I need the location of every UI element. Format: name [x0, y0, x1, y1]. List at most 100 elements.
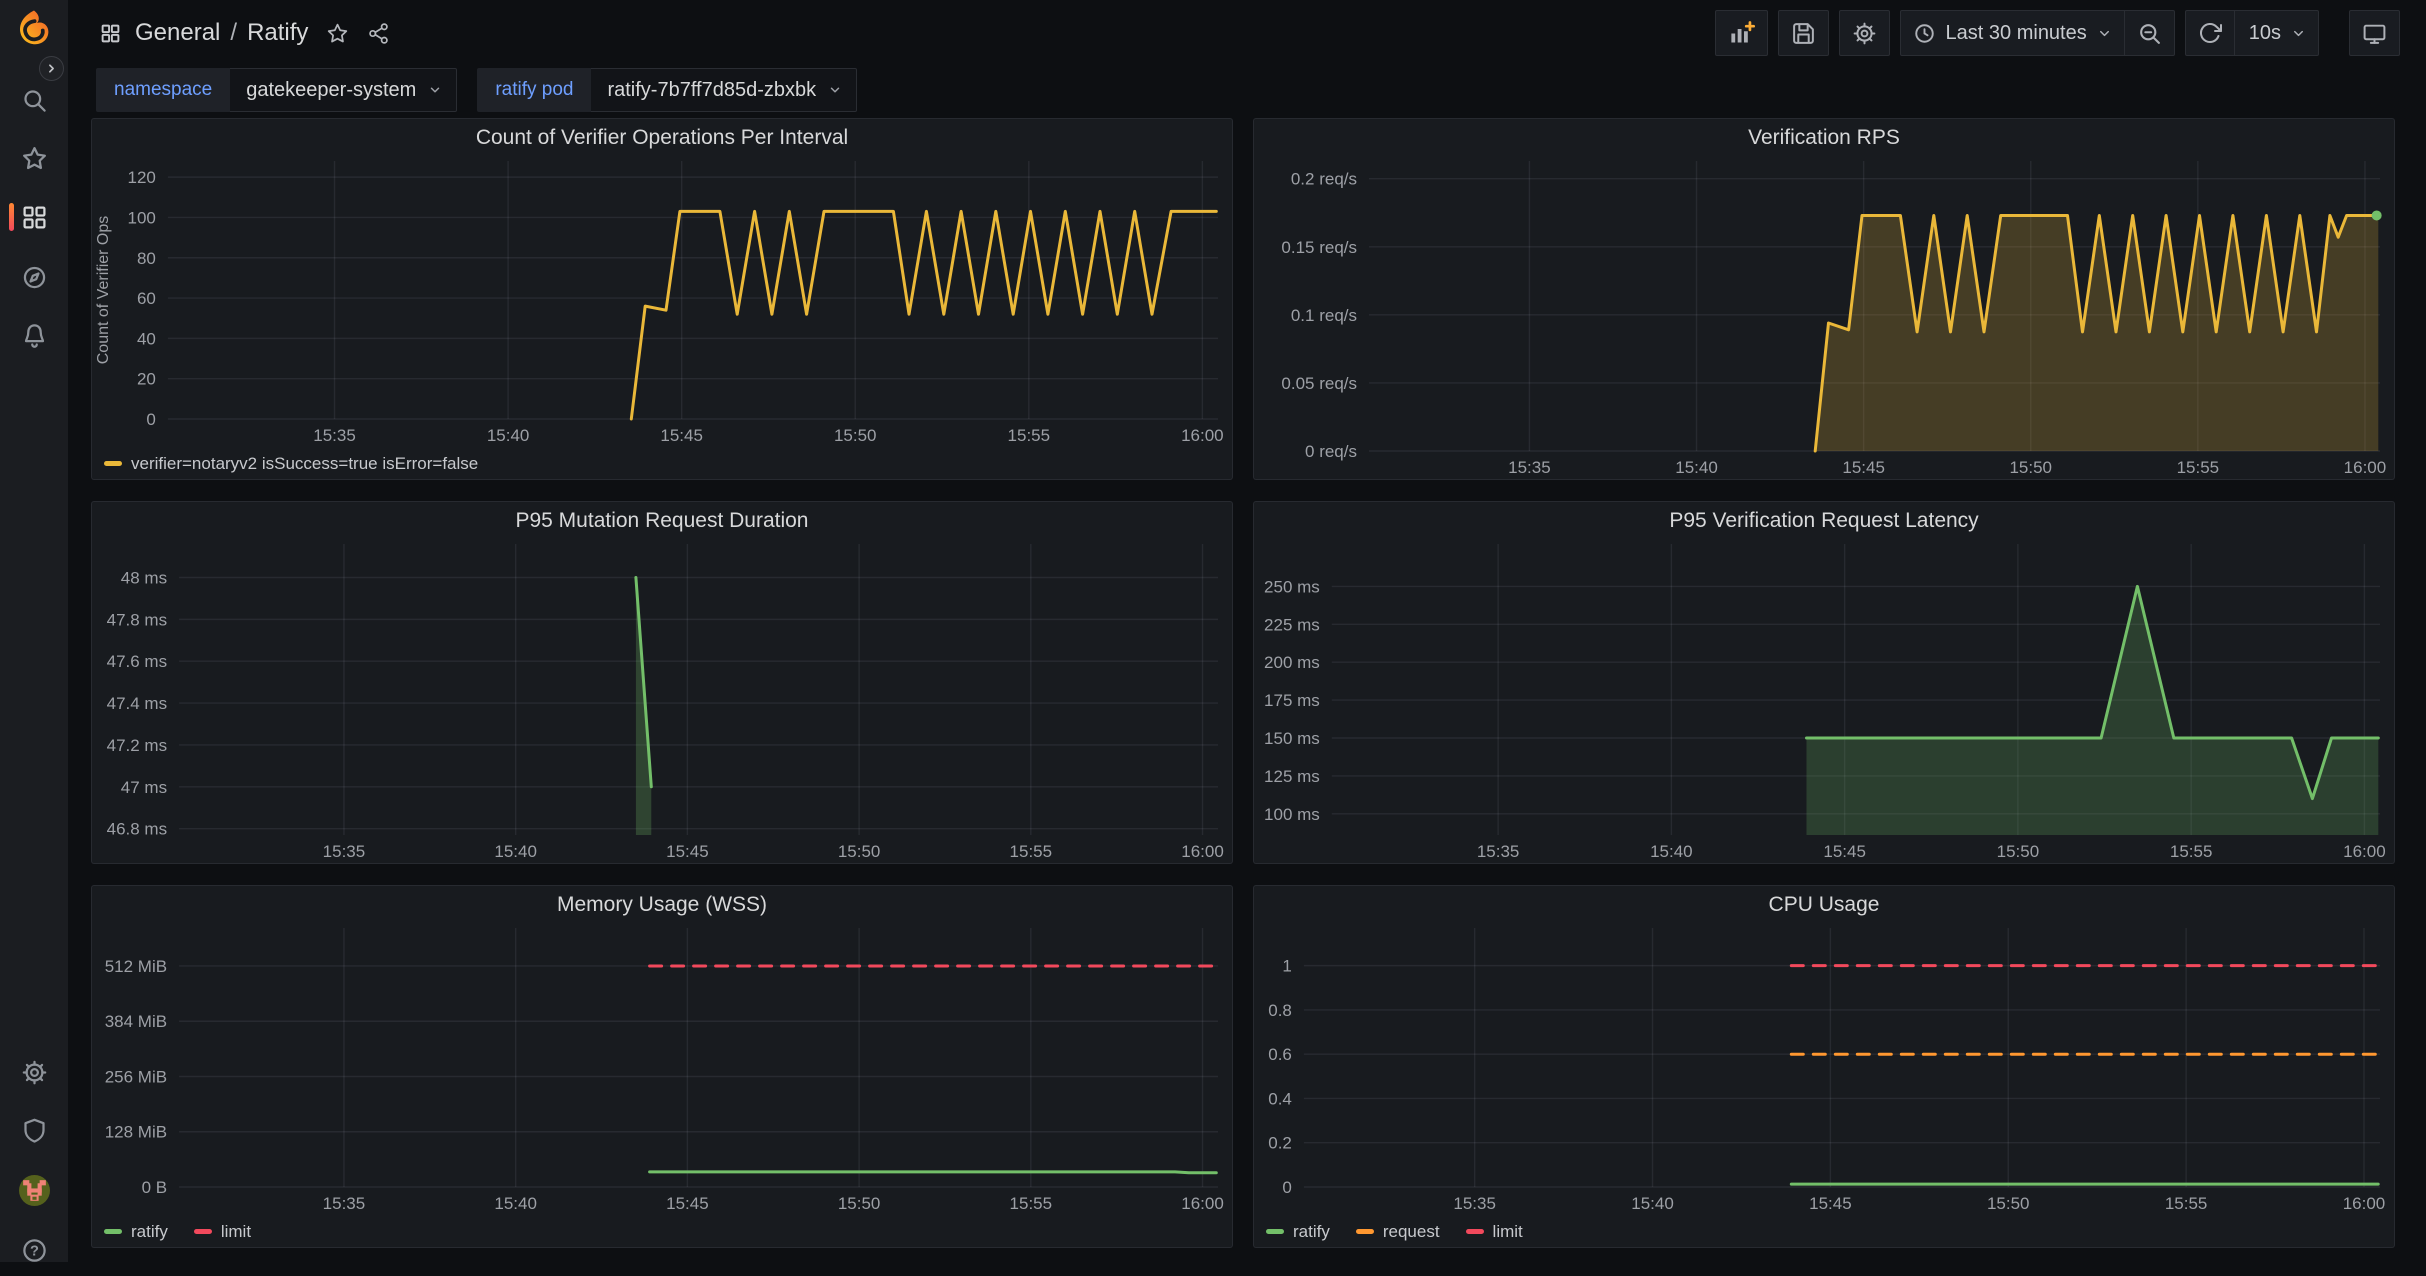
- dashboard-toolbar: Last 30 minutes 10s: [1705, 10, 2400, 56]
- refresh-interval-picker[interactable]: 10s: [2234, 10, 2319, 56]
- save-dashboard-button[interactable]: [1778, 10, 1829, 56]
- panel-legend: ratify limit: [92, 1215, 1232, 1247]
- x-axis-tick: 15:40: [494, 842, 537, 861]
- time-controls: Last 30 minutes: [1900, 10, 2175, 56]
- refresh-interval-label: 10s: [2249, 22, 2281, 45]
- variable-pod-select[interactable]: ratify-7b7ff7d85d-zbxbk: [591, 68, 857, 112]
- legend-item[interactable]: limit: [1466, 1223, 1523, 1240]
- y-axis-tick: 60: [137, 289, 156, 308]
- chart-area: 15:3515:4015:4515:5015:5516:0046.8 ms47 …: [92, 538, 1232, 863]
- zoom-out-time-button[interactable]: [2124, 10, 2175, 56]
- x-axis-tick: 15:50: [838, 842, 881, 861]
- panel-legend: ratify request limit: [1254, 1215, 2394, 1247]
- y-axis-tick: 80: [137, 249, 156, 268]
- dashboard-grid: Count of Verifier Operations Per Interva…: [91, 118, 2395, 1248]
- x-axis-tick: 15:55: [1010, 842, 1053, 861]
- panel-title[interactable]: Verification RPS: [1254, 119, 2394, 155]
- variable-namespace-select[interactable]: gatekeeper-system: [230, 68, 457, 112]
- sidebar-item-profile[interactable]: [0, 1164, 68, 1216]
- data-point-marker: [2372, 210, 2382, 220]
- sidebar-item-alerting[interactable]: [0, 309, 68, 361]
- sidebar-item-configuration[interactable]: [0, 1046, 68, 1098]
- y-axis-tick: 175 ms: [1264, 691, 1320, 710]
- refresh-button[interactable]: [2185, 10, 2235, 56]
- dashboards-grid-icon: [21, 204, 48, 231]
- x-axis-tick: 15:55: [2170, 842, 2213, 861]
- memory-usage-chart[interactable]: 15:3515:4015:4515:5015:5516:000 B128 MiB…: [92, 922, 1232, 1215]
- y-axis-tick: 47 ms: [121, 778, 167, 797]
- verifier-operations-chart[interactable]: 15:3515:4015:4515:5015:5516:000204060801…: [92, 155, 1232, 447]
- x-axis-tick: 15:45: [1823, 842, 1866, 861]
- legend-label: ratify: [1293, 1223, 1330, 1240]
- time-range-picker[interactable]: Last 30 minutes: [1900, 10, 2125, 56]
- x-axis-tick: 16:00: [1181, 426, 1224, 445]
- explore-compass-icon: [21, 264, 48, 291]
- time-range-label: Last 30 minutes: [1946, 22, 2087, 45]
- panel-title[interactable]: P95 Mutation Request Duration: [92, 502, 1232, 538]
- panel-title[interactable]: P95 Verification Request Latency: [1254, 502, 2394, 538]
- x-axis-tick: 15:35: [313, 426, 356, 445]
- verification-rps-chart[interactable]: 15:3515:4015:4515:5015:5516:000 req/s0.0…: [1254, 155, 2394, 479]
- add-panel-button[interactable]: [1715, 10, 1768, 56]
- x-axis-tick: 16:00: [2344, 458, 2387, 477]
- chevron-down-icon: [2291, 26, 2306, 41]
- breadcrumb-folder[interactable]: General: [135, 19, 220, 47]
- x-axis-tick: 15:45: [666, 1194, 709, 1213]
- panel-title[interactable]: CPU Usage: [1254, 886, 2394, 922]
- y-axis-tick: 0 req/s: [1305, 442, 1357, 461]
- cpu-usage-chart[interactable]: 15:3515:4015:4515:5015:5516:0000.20.40.6…: [1254, 922, 2394, 1215]
- y-axis-tick: 120: [128, 168, 156, 187]
- sidebar-item-server-admin[interactable]: [0, 1104, 68, 1156]
- share-dashboard-button[interactable]: [367, 22, 390, 45]
- x-axis-tick: 15:40: [1675, 458, 1718, 477]
- variable-namespace-value: gatekeeper-system: [246, 79, 416, 102]
- legend-label: limit: [1493, 1223, 1523, 1240]
- legend-item[interactable]: ratify: [1266, 1223, 1330, 1240]
- y-axis-tick: 46.8 ms: [107, 820, 167, 839]
- variable-namespace-label: namespace: [96, 68, 230, 112]
- settings-gear-icon: [21, 1059, 48, 1086]
- alerting-bell-icon: [21, 322, 48, 349]
- y-axis-tick: 128 MiB: [105, 1123, 167, 1142]
- y-axis-tick: 0 B: [142, 1178, 168, 1197]
- y-axis-tick: 100 ms: [1264, 805, 1320, 824]
- legend-item[interactable]: request: [1356, 1223, 1440, 1240]
- x-axis-tick: 15:40: [1631, 1194, 1674, 1213]
- save-icon: [1791, 21, 1816, 46]
- y-axis-tick: 250 ms: [1264, 577, 1320, 596]
- sidebar-item-search[interactable]: [0, 74, 68, 126]
- x-axis-tick: 15:35: [1453, 1194, 1496, 1213]
- sidebar-expand-button[interactable]: [39, 56, 64, 81]
- verification-latency-chart[interactable]: 15:3515:4015:4515:5015:5516:00100 ms125 …: [1254, 538, 2394, 863]
- sidebar-item-help[interactable]: ?: [0, 1224, 68, 1276]
- dashboard-settings-button[interactable]: [1839, 10, 1890, 56]
- y-axis-tick: 0.1 req/s: [1291, 306, 1357, 325]
- y-axis-tick: 0.2: [1268, 1134, 1292, 1153]
- panel-title[interactable]: Count of Verifier Operations Per Interva…: [92, 119, 1232, 155]
- y-axis-tick: 384 MiB: [105, 1012, 167, 1031]
- cycle-view-mode-button[interactable]: [2349, 10, 2400, 56]
- y-axis-tick: 0.05 req/s: [1281, 374, 1357, 393]
- sidebar-item-starred[interactable]: [0, 132, 68, 184]
- mutation-duration-chart[interactable]: 15:3515:4015:4515:5015:5516:0046.8 ms47 …: [92, 538, 1232, 863]
- chart-area: 15:3515:4015:4515:5015:5516:0000.20.40.6…: [1254, 922, 2394, 1215]
- apps-grid-icon: [100, 23, 121, 44]
- sidebar-item-dashboards[interactable]: [0, 191, 68, 243]
- x-axis-tick: 15:55: [1010, 1194, 1053, 1213]
- legend-item[interactable]: ratify: [104, 1223, 168, 1240]
- y-axis-tick: 20: [137, 370, 156, 389]
- sidebar-item-explore[interactable]: [0, 251, 68, 303]
- x-axis-tick: 15:50: [838, 1194, 881, 1213]
- series-line: [631, 211, 1216, 419]
- refresh-icon: [2198, 21, 2222, 45]
- x-axis-tick: 15:55: [2165, 1194, 2208, 1213]
- grafana-logo[interactable]: [14, 8, 54, 48]
- legend-item[interactable]: verifier=notaryv2 isSuccess=true isError…: [104, 455, 478, 472]
- legend-item[interactable]: limit: [194, 1223, 251, 1240]
- legend-swatch: [1466, 1229, 1484, 1234]
- star-dashboard-button[interactable]: [326, 22, 349, 45]
- sidebar: ?: [0, 0, 68, 1262]
- gear-icon: [1852, 21, 1877, 46]
- panel-title[interactable]: Memory Usage (WSS): [92, 886, 1232, 922]
- x-axis-tick: 15:50: [1987, 1194, 2030, 1213]
